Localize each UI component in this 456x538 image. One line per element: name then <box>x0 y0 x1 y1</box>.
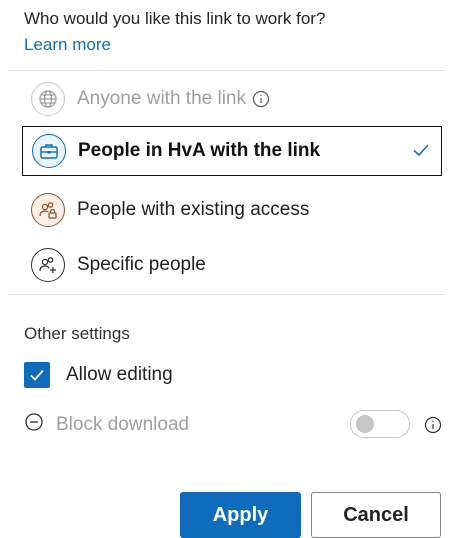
allow-editing-row[interactable]: Allow editing <box>24 362 173 388</box>
option-specific-people[interactable]: Specific people <box>22 240 442 290</box>
divider <box>8 70 444 71</box>
people-add-icon <box>31 248 65 282</box>
block-download-toggle[interactable] <box>350 410 410 438</box>
learn-more-link[interactable]: Learn more <box>24 35 111 55</box>
option-existing-access[interactable]: People with existing access <box>22 185 442 235</box>
toggle-knob <box>356 415 374 433</box>
briefcase-icon <box>32 134 66 168</box>
minus-circle-icon <box>24 412 44 437</box>
cancel-button[interactable]: Cancel <box>311 492 441 538</box>
option-anyone-with-link: Anyone with the link <box>22 74 442 124</box>
share-question: Who would you like this link to work for… <box>24 9 326 28</box>
other-settings-heading: Other settings <box>24 324 130 343</box>
info-icon[interactable] <box>424 416 442 439</box>
option-people-in-org[interactable]: People in HvA with the link <box>22 126 442 176</box>
option-label: Specific people <box>77 254 206 275</box>
option-label: Anyone with the link <box>77 88 246 109</box>
divider <box>8 294 444 295</box>
block-download-row: Block download <box>24 412 189 437</box>
globe-icon <box>31 82 65 116</box>
option-label: People with existing access <box>77 199 310 220</box>
apply-button[interactable]: Apply <box>180 492 301 538</box>
people-lock-icon <box>31 193 65 227</box>
checkmark-icon <box>411 140 431 165</box>
option-label: People in HvA with the link <box>78 140 321 161</box>
allow-editing-checkbox[interactable] <box>24 362 50 388</box>
block-download-label: Block download <box>56 413 190 435</box>
allow-editing-label: Allow editing <box>66 364 173 385</box>
info-icon[interactable] <box>252 90 270 108</box>
